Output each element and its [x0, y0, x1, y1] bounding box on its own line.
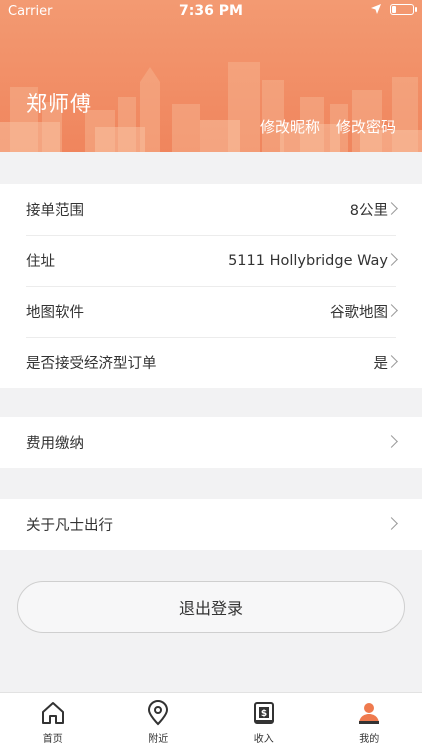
battery-level	[392, 5, 397, 13]
row-label: 关于凡士出行	[26, 518, 113, 534]
settings-row-order-range[interactable]: 接单范围 8公里	[0, 184, 422, 235]
tab-label: 收入	[253, 734, 274, 745]
chevron-right-icon	[385, 435, 398, 448]
row-label: 费用缴纳	[26, 436, 84, 452]
row-label: 是否接受经济型订单	[26, 356, 157, 372]
tab-label: 附近	[148, 734, 169, 745]
status-bar: Carrier 7:36 PM	[0, 0, 422, 22]
tab-income[interactable]: $ 收入	[211, 693, 317, 750]
driver-name: 郑师傅	[26, 92, 92, 116]
row-value: 5111 Hollybridge Way	[228, 252, 388, 269]
location-pin-icon	[148, 700, 169, 726]
edit-nickname-link[interactable]: 修改昵称	[260, 116, 320, 137]
row-label: 地图软件	[26, 305, 84, 321]
tab-home[interactable]: 首页	[0, 693, 106, 750]
about-group: 关于凡士出行	[0, 499, 422, 550]
row-value: 8公里	[349, 203, 388, 219]
row-label: 住址	[26, 254, 55, 270]
row-label: 接单范围	[26, 203, 84, 219]
tab-nearby[interactable]: 附近	[106, 693, 212, 750]
fees-group: 费用缴纳	[0, 417, 422, 468]
clock: 7:36 PM	[179, 3, 243, 19]
home-icon	[41, 702, 64, 724]
settings-row-about[interactable]: 关于凡士出行	[0, 499, 422, 550]
tab-label: 我的	[359, 734, 380, 745]
settings-row-map-app[interactable]: 地图软件 谷歌地图	[0, 286, 422, 337]
profile-header: Carrier 7:36 PM 郑师傅 修改昵称 修改密码	[0, 0, 422, 152]
settings-row-fee-payment[interactable]: 费用缴纳	[0, 417, 422, 468]
logout-button[interactable]: 退出登录	[17, 581, 405, 633]
battery-icon	[390, 3, 417, 15]
tab-mine[interactable]: 我的	[317, 693, 422, 750]
svg-text:$: $	[261, 709, 267, 719]
location-arrow-icon	[371, 4, 381, 14]
settings-row-economy-orders[interactable]: 是否接受经济型订单 是	[0, 337, 422, 388]
bottom-tab-bar: 首页 附近 $ 收入 我的	[0, 692, 422, 750]
chevron-right-icon	[385, 517, 398, 530]
edit-password-link[interactable]: 修改密码	[336, 116, 396, 137]
settings-group: 接单范围 8公里 住址 5111 Hollybridge Way 地图软件 谷歌…	[0, 184, 422, 388]
tab-label: 首页	[42, 734, 63, 745]
user-icon	[359, 703, 380, 724]
settings-row-address[interactable]: 住址 5111 Hollybridge Way	[0, 235, 422, 286]
row-value: 谷歌地图	[330, 305, 388, 321]
wallet-icon: $	[253, 702, 274, 724]
